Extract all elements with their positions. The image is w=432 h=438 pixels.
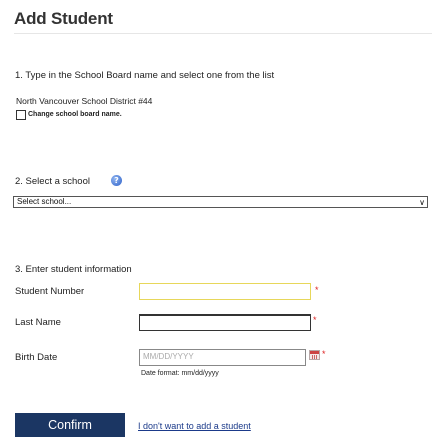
birth-date-label: Birth Date — [15, 352, 58, 363]
chevron-down-icon[interactable]: ∨ — [419, 198, 425, 207]
school-select-value: Select school... — [17, 197, 72, 206]
date-format-hint: Date format: mm/dd/yyyy — [141, 370, 219, 377]
confirm-button[interactable]: Confirm — [15, 413, 125, 437]
student-number-label: Student Number — [15, 286, 85, 297]
change-board-label[interactable]: Change school board name. — [28, 111, 122, 118]
student-number-input[interactable] — [139, 283, 311, 300]
birth-date-input[interactable]: MM/DD/YYYY — [139, 349, 306, 366]
required-marker: * — [322, 349, 326, 359]
last-name-input[interactable] — [139, 314, 311, 331]
last-name-label: Last Name — [15, 317, 61, 328]
school-board-name: North Vancouver School District #44 — [16, 96, 153, 106]
step2-heading: 2. Select a school — [15, 176, 90, 187]
step1-heading: 1. Type in the School Board name and sel… — [15, 70, 275, 81]
birth-date-placeholder: MM/DD/YYYY — [143, 352, 194, 361]
step3-heading: 3. Enter student information — [15, 264, 132, 275]
question-mark-icon[interactable]: ? — [111, 175, 122, 186]
title-divider — [14, 33, 432, 34]
cancel-add-student-link[interactable]: I don't want to add a student — [138, 421, 251, 431]
required-marker: * — [313, 315, 317, 325]
required-marker: * — [315, 285, 319, 295]
calendar-icon[interactable] — [309, 350, 320, 360]
school-select[interactable]: Select school... ∨ — [13, 196, 428, 208]
change-board-checkbox[interactable] — [16, 110, 26, 120]
page-title: Add Student — [14, 9, 113, 28]
